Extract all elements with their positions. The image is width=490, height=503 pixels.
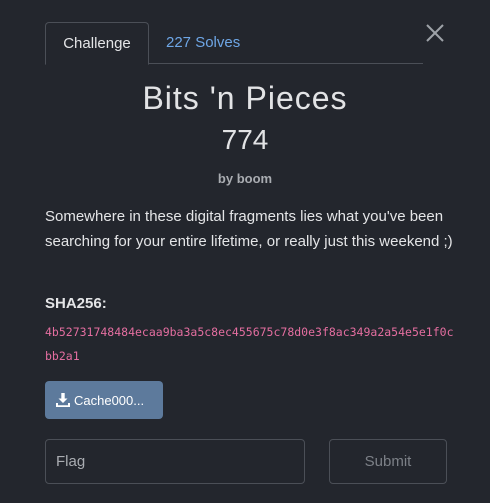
tab-bar: Challenge 227 Solves [45,22,423,65]
tab-challenge[interactable]: Challenge [45,22,149,65]
challenge-author: by boom [217,171,273,186]
challenge-modal: Challenge 227 Solves Bits 'n Pieces 774 … [0,0,490,503]
tab-solves[interactable]: 227 Solves [166,22,240,64]
hash-label: SHA256: [45,295,107,312]
challenge-title: Bits 'n Pieces [142,80,348,116]
flag-input[interactable] [45,439,305,484]
hash-value: 4b52731748484ecaa9ba3a5c8ec455675c78d0e3… [45,325,454,363]
challenge-description: Somewhere in these digital fragments lie… [45,208,453,250]
close-icon[interactable] [424,22,446,44]
download-file-label: Cache000... [74,392,145,408]
download-icon [56,393,70,407]
challenge-points: 774 [221,124,269,155]
submit-button[interactable]: Submit [329,439,447,484]
download-file-button[interactable]: Cache000... [45,381,163,419]
